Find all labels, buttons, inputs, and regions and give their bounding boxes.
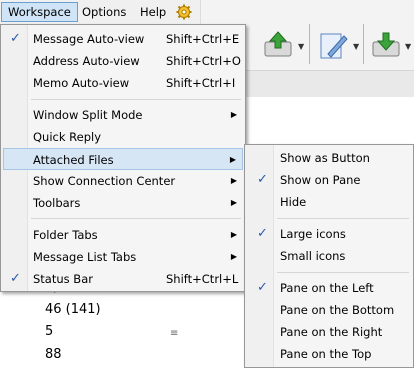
menu-item-quick-reply[interactable]: Quick Reply bbox=[3, 126, 243, 148]
menu-item-label: Small icons bbox=[280, 249, 346, 263]
menu-item-label: Memo Auto-view bbox=[33, 76, 130, 90]
send-receive-icon[interactable] bbox=[261, 28, 295, 62]
menu-item-label: Status Bar bbox=[33, 272, 93, 286]
menu-item-label: Message Auto-view bbox=[33, 32, 145, 46]
menu-item-label: Hide bbox=[280, 195, 307, 209]
list-value: 5 bbox=[45, 324, 54, 339]
checkmark-icon: ✓ bbox=[257, 172, 268, 187]
submenu-item-pane-on-the-right[interactable]: Pane on the Right bbox=[247, 321, 411, 343]
chevron-right-icon: ▶ bbox=[229, 155, 236, 164]
menu-item-label: Large icons bbox=[280, 227, 346, 241]
menu-item-label: Message List Tabs bbox=[33, 250, 137, 264]
chevron-down-icon[interactable]: ▼ bbox=[405, 42, 411, 51]
chevron-right-icon: ▶ bbox=[230, 198, 237, 207]
chevron-right-icon: ▶ bbox=[230, 252, 237, 261]
submenu-item-large-icons[interactable]: ✓ Large icons bbox=[247, 223, 411, 245]
menu-item-label: Show Connection Center bbox=[33, 174, 176, 188]
toolbar-divider bbox=[309, 24, 310, 64]
menu-item-toolbars[interactable]: Toolbars ▶ bbox=[3, 192, 243, 214]
menu-separator bbox=[277, 272, 409, 273]
menu-item-show-connection-center[interactable]: Show Connection Center ▶ bbox=[3, 170, 243, 192]
shortcut-label: Shift+Ctrl+L bbox=[166, 272, 239, 286]
menu-separator bbox=[31, 99, 241, 100]
submenu-item-show-as-button[interactable]: Show as Button bbox=[247, 147, 411, 169]
menu-separator bbox=[277, 218, 409, 219]
menu-item-label: Folder Tabs bbox=[33, 228, 98, 242]
menu-item-label: Show on Pane bbox=[280, 173, 361, 187]
menu-options[interactable]: Options bbox=[76, 2, 132, 22]
menu-item-label: Pane on the Top bbox=[280, 347, 372, 361]
menu-item-attached-files[interactable]: Attached Files ▶ bbox=[3, 148, 243, 170]
submenu-item-small-icons[interactable]: Small icons bbox=[247, 245, 411, 267]
toolbar-divider bbox=[363, 24, 364, 64]
menu-item-label: Attached Files bbox=[33, 153, 114, 167]
receive-icon[interactable] bbox=[369, 28, 403, 62]
list-value: 46 (141) bbox=[45, 302, 101, 317]
menu-workspace[interactable]: Workspace bbox=[1, 2, 78, 22]
chevron-down-icon[interactable]: ▼ bbox=[298, 42, 304, 51]
chevron-right-icon: ▶ bbox=[230, 176, 237, 185]
shortcut-label: Shift+Ctrl+I bbox=[166, 76, 236, 90]
menu-item-label: Pane on the Left bbox=[280, 281, 374, 295]
menu-item-memo-auto-view[interactable]: Memo Auto-view Shift+Ctrl+I bbox=[3, 72, 243, 94]
menu-item-label: Pane on the Bottom bbox=[280, 303, 395, 317]
compose-icon[interactable] bbox=[316, 28, 350, 62]
checkmark-icon: ✓ bbox=[257, 226, 268, 241]
menu-item-message-list-tabs[interactable]: Message List Tabs ▶ bbox=[3, 246, 243, 268]
shortcut-label: Shift+Ctrl+O bbox=[166, 54, 241, 68]
shortcut-label: Shift+Ctrl+E bbox=[166, 32, 240, 46]
submenu-item-pane-on-the-bottom[interactable]: Pane on the Bottom bbox=[247, 299, 411, 321]
menu-item-label: Pane on the Right bbox=[280, 325, 383, 339]
submenu-item-pane-on-the-left[interactable]: ✓ Pane on the Left bbox=[247, 277, 411, 299]
menu-item-label: Toolbars bbox=[33, 196, 81, 210]
menu-item-folder-tabs[interactable]: Folder Tabs ▶ bbox=[3, 224, 243, 246]
workspace-menu: ✓ Message Auto-view Shift+Ctrl+E Address… bbox=[0, 24, 246, 292]
list-value: 88 bbox=[45, 347, 62, 362]
submenu-item-show-on-pane[interactable]: ✓ Show on Pane bbox=[247, 169, 411, 191]
checkmark-icon: ✓ bbox=[10, 31, 21, 46]
attached-files-submenu: Show as Button ✓ Show on Pane Hide ✓ Lar… bbox=[244, 144, 414, 368]
menu-bar: Workspace Options Help bbox=[0, 0, 200, 25]
menu-item-message-auto-view[interactable]: ✓ Message Auto-view Shift+Ctrl+E bbox=[3, 28, 243, 50]
menu-help[interactable]: Help bbox=[134, 2, 172, 22]
menu-separator bbox=[31, 218, 241, 219]
checkmark-icon: ✓ bbox=[257, 280, 268, 295]
menu-item-address-auto-view[interactable]: Address Auto-view Shift+Ctrl+O bbox=[3, 50, 243, 72]
menu-item-window-split-mode[interactable]: Window Split Mode ▶ bbox=[3, 104, 243, 126]
chevron-down-icon[interactable]: ▼ bbox=[353, 42, 359, 51]
gear-icon[interactable] bbox=[176, 4, 192, 20]
chevron-right-icon: ▶ bbox=[230, 110, 237, 119]
scrollbar-grip-icon[interactable]: ≡ bbox=[170, 328, 180, 340]
menu-item-label: Show as Button bbox=[280, 151, 370, 165]
menu-item-status-bar[interactable]: ✓ Status Bar Shift+Ctrl+L bbox=[3, 268, 243, 290]
menu-item-label: Address Auto-view bbox=[33, 54, 140, 68]
chevron-right-icon: ▶ bbox=[230, 230, 237, 239]
checkmark-icon: ✓ bbox=[10, 271, 21, 286]
submenu-item-pane-on-the-top[interactable]: Pane on the Top bbox=[247, 343, 411, 365]
menu-item-label: Window Split Mode bbox=[33, 108, 143, 122]
submenu-item-hide[interactable]: Hide bbox=[247, 191, 411, 213]
menu-item-label: Quick Reply bbox=[33, 130, 102, 144]
